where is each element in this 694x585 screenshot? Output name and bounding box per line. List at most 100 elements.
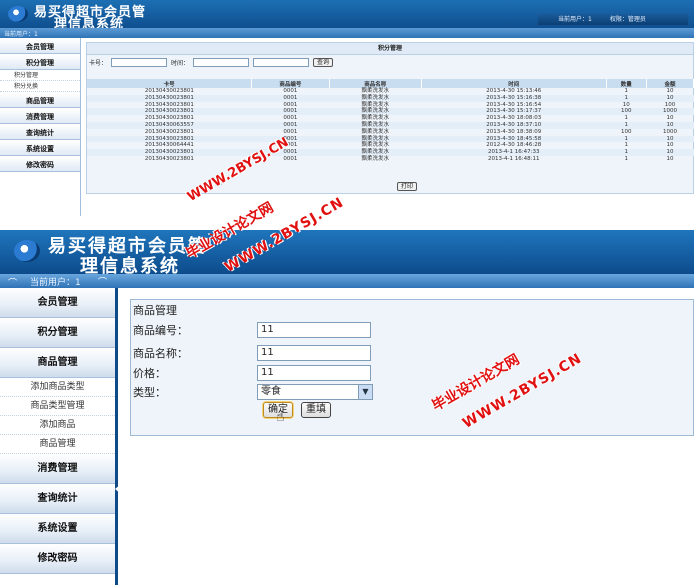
cell-card: 20130430023801	[87, 149, 252, 156]
sidebar-item-points[interactable]: 积分管理	[0, 54, 80, 70]
cell-qty: 100	[606, 108, 647, 116]
cell-card: 20130430023801	[144, 155, 194, 162]
table-row: 20130430023801 0001 飘柔洗发水 2013-4-30 15:16:3…	[87, 94, 694, 102]
form-title: 商品管理	[133, 304, 177, 317]
cell-time: 2013-4-1 16:48:11	[488, 155, 540, 162]
cell-goods-code: 0001	[251, 108, 330, 116]
table-row: 20130430023801 0001 飘柔洗发水 2013-4-30 15:17:3…	[87, 108, 694, 116]
cell-time: 2013-4-30 15:13:46	[486, 88, 542, 94]
goods-name-label: 商品名称：	[133, 347, 188, 360]
table-header-row: 卡号 商品编号 商品名称 时间 数量 金额	[87, 79, 694, 88]
points-panel: 积分管理 卡号： 时间： 查询 卡号 商品编号 商品名称 时间 数量 金额 20…	[86, 42, 694, 194]
goods-code-input[interactable]: 11	[257, 322, 371, 338]
cell-amount: 10	[666, 155, 674, 162]
cell-qty: 1	[606, 121, 647, 129]
cell-time: 2013-4-30 18:38:09	[486, 128, 542, 135]
cell-qty: 1	[624, 155, 628, 162]
sidebar-item-goods[interactable]: 商品管理	[0, 92, 80, 108]
cell-time: 2013-4-30 18:37:10	[421, 121, 607, 129]
cell-time: 2013-4-30 18:08:03	[486, 115, 542, 122]
cell-card: 20130430023801	[87, 135, 252, 143]
col-goods-name: 商品名称	[329, 79, 422, 88]
current-user-label: 当前用户：1	[4, 31, 38, 38]
cell-goods-code: 0001	[251, 121, 330, 129]
cell-amount: 10	[646, 135, 694, 143]
cell-qty: 1	[606, 94, 647, 102]
cell-goods-code: 0001	[251, 94, 330, 102]
cell-amount: 1000	[646, 108, 694, 116]
time-start-input[interactable]	[193, 57, 250, 67]
col-qty: 数量	[606, 79, 647, 88]
sidebar-subitem-goods-type-manage[interactable]: 商品类型管理	[0, 397, 115, 416]
cell-goods-code: 0001	[283, 128, 298, 135]
sidebar-subitem-add-goods-type[interactable]: 添加商品类型	[0, 378, 115, 397]
sidebar-item-password[interactable]: 修改密码	[0, 156, 80, 172]
cell-time: 2013-4-30 15:16:38	[421, 94, 607, 102]
cell-goods-name: 飘柔洗发水	[361, 155, 389, 162]
table-row: 20130430063557 0001 飘柔洗发水 2013-4-30 18:37:1…	[87, 121, 694, 129]
cell-qty: 1	[624, 142, 628, 149]
cell-goods-name: 飘柔洗发水	[329, 149, 422, 156]
points-table: 卡号 商品编号 商品名称 时间 数量 金额 20130430023801 0001…	[87, 79, 694, 163]
print-button[interactable]: 打印	[397, 182, 418, 191]
table-row: 20130430064441 0001 飘柔洗发水 2012-4-30 18:46:2…	[87, 142, 694, 149]
sidebar-subitem-add-goods[interactable]: 添加商品	[0, 416, 115, 435]
header-role: 权限：管理员	[609, 16, 646, 23]
sidebar-item-settings[interactable]: 系统设置	[0, 514, 115, 544]
cell-goods-name: 飘柔洗发水	[361, 115, 389, 122]
sidebar-subitem-goods-manage[interactable]: 商品管理	[0, 435, 115, 454]
price-input[interactable]: 11	[257, 365, 371, 381]
cell-qty: 1	[606, 135, 647, 143]
type-select-value: 零食	[261, 386, 281, 397]
user-bar-icon-right: ⌒	[98, 278, 108, 288]
sidebar-item-password[interactable]: 修改密码	[0, 544, 115, 574]
table-row: 20130430023801 0001 飘柔洗发水 2013-4-30 18:08:0…	[87, 115, 694, 122]
sidebar-item-member[interactable]: 会员管理	[0, 38, 80, 54]
cell-amount: 10	[666, 142, 674, 149]
cell-goods-code: 0001	[283, 88, 298, 94]
user-bar: 当前用户：1	[0, 28, 694, 38]
search-bar: 卡号： 时间： 查询	[87, 55, 693, 69]
cell-amount: 10	[666, 88, 674, 94]
cell-amount: 10	[646, 94, 694, 102]
cell-time: 2013-4-1 16:47:33	[421, 149, 607, 156]
cell-qty: 100	[620, 128, 632, 135]
cell-card: 20130430023801	[87, 108, 252, 116]
app-logo-icon	[8, 6, 28, 22]
cell-amount: 10	[646, 149, 694, 156]
cell-goods-code: 0001	[283, 115, 298, 122]
cell-goods-code: 0001	[251, 135, 330, 143]
sidebar-item-consume[interactable]: 消费管理	[0, 454, 115, 484]
cell-amount: 10	[666, 115, 674, 122]
type-select[interactable]: 零食 ▼	[257, 384, 373, 400]
reset-button[interactable]: 重填	[301, 402, 331, 418]
cell-goods-name: 飘柔洗发水	[361, 88, 389, 94]
sidebar-subitem-points-redeem[interactable]: 积分兑换	[0, 81, 80, 92]
header-user-info: 当前用户：1 权限：管理员	[538, 14, 688, 25]
cell-time: 2013-4-30 15:17:37	[421, 108, 607, 116]
panel-title: 积分管理	[87, 43, 693, 55]
goods-management-screen: 易买得超市会员管 理信息系统 ⌒ 当前用户：1 ⌒ 会员管理 积分管理 商品管理…	[0, 230, 694, 585]
cell-qty: 1	[606, 149, 647, 156]
sidebar-item-goods[interactable]: 商品管理	[0, 348, 115, 378]
sidebar-item-settings[interactable]: 系统设置	[0, 140, 80, 156]
goods-form-panel: 商品管理 商品编号： 11 商品名称： 11 价格： 11 类型： 零食 ▼ 确…	[130, 299, 694, 436]
sidebar-subitem-points-manage[interactable]: 积分管理	[0, 70, 80, 81]
chevron-down-icon[interactable]: ▼	[358, 385, 372, 399]
sidebar-item-consume[interactable]: 消费管理	[0, 108, 80, 124]
time-end-input[interactable]	[253, 57, 310, 67]
sidebar: 会员管理 积分管理 积分管理 积分兑换 商品管理 消费管理 查询统计 系统设置 …	[0, 38, 81, 216]
sidebar-item-statistics[interactable]: 查询统计	[0, 484, 115, 514]
cell-amount: 1000	[662, 128, 677, 135]
sidebar-item-member[interactable]: 会员管理	[0, 288, 115, 318]
cell-goods-name: 飘柔洗发水	[329, 121, 422, 129]
search-button[interactable]: 查询	[313, 57, 334, 67]
sidebar-item-points[interactable]: 积分管理	[0, 318, 115, 348]
card-input[interactable]	[111, 57, 168, 67]
app-header-large: 易买得超市会员管 理信息系统	[0, 230, 694, 277]
goods-name-input[interactable]: 11	[257, 345, 371, 361]
cell-qty: 1	[624, 88, 628, 94]
sidebar-item-statistics[interactable]: 查询统计	[0, 124, 80, 140]
cell-amount: 10	[646, 121, 694, 129]
cell-time: 2012-4-30 18:46:28	[486, 142, 542, 149]
